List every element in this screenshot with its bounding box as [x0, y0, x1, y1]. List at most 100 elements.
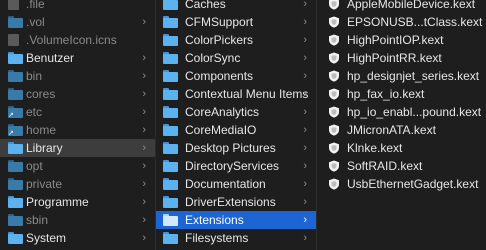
root-item-system[interactable]: System ›: [0, 229, 155, 247]
extensions-file-list: AppleMobileDevice.kext EPSONUSB...tClass.…: [317, 0, 486, 193]
kext-bundle-icon: [329, 70, 339, 82]
folder-body-shape: [163, 18, 178, 28]
folder-icon: [8, 214, 23, 226]
folder-icon: [8, 70, 23, 82]
kext-item[interactable]: hp_fax_io.kext: [317, 85, 486, 103]
chevron-right-icon: ›: [303, 142, 307, 154]
root-item-bin[interactable]: bin ›: [0, 67, 155, 85]
folder-body-shape: [163, 144, 178, 154]
folder-body-shape: [163, 180, 178, 190]
item-label: opt: [26, 159, 43, 173]
root-item-benutzer[interactable]: Benutzer ›: [0, 49, 155, 67]
library-item-extensions[interactable]: Extensions ›: [156, 211, 316, 229]
item-label: Documentation: [185, 177, 266, 191]
root-item-etc[interactable]: ↗ etc ›: [0, 103, 155, 121]
folder-body-shape: [8, 54, 23, 64]
item-label: SoftRAID.kext: [347, 159, 423, 173]
chevron-right-icon: ›: [303, 160, 307, 172]
kext-item[interactable]: HighPointRR.kext: [317, 49, 486, 67]
kext-item[interactable]: JMicronATA.kext: [317, 121, 486, 139]
chevron-right-icon: ›: [303, 16, 307, 28]
folder-body-shape: [163, 36, 178, 46]
item-label: AppleMobileDevice.kext: [347, 0, 476, 11]
root-item-private[interactable]: private ›: [0, 175, 155, 193]
folder-body-shape: [8, 162, 23, 172]
folder-icon: [163, 0, 178, 10]
chevron-right-icon: ›: [142, 196, 146, 208]
item-label: hp_designjet_series.kext: [347, 69, 480, 83]
folder-body-shape: [8, 144, 23, 154]
library-item-directoryservices[interactable]: DirectoryServices ›: [156, 157, 316, 175]
item-label: CFMSupport: [185, 15, 254, 29]
library-item-components[interactable]: Components ›: [156, 67, 316, 85]
folder-body-shape: [163, 72, 178, 82]
chevron-right-icon: ›: [142, 214, 146, 226]
item-label: Extensions: [185, 213, 244, 227]
kext-item[interactable]: EPSONUSB...tClass.kext: [317, 13, 486, 31]
root-item-sbin[interactable]: sbin ›: [0, 211, 155, 229]
item-label: bin: [26, 69, 43, 83]
folder-icon: [163, 70, 178, 82]
folder-body-shape: [8, 180, 23, 190]
root-item-cores[interactable]: cores ›: [0, 85, 155, 103]
item-label: .VolumeIcon.icns: [26, 33, 117, 47]
root-item-opt[interactable]: opt ›: [0, 157, 155, 175]
library-item-filesystems[interactable]: Filesystems ›: [156, 229, 316, 247]
kext-item[interactable]: UsbEthernetGadget.kext: [317, 175, 486, 193]
item-label: Programme: [26, 195, 89, 209]
item-label: DriverExtensions: [185, 195, 276, 209]
folder-body-shape: [163, 216, 178, 226]
item-label: .vol: [26, 15, 45, 29]
kext-item[interactable]: hp_designjet_series.kext: [317, 67, 486, 85]
item-label: EPSONUSB...tClass.kext: [347, 15, 483, 29]
kext-bundle-icon: [329, 124, 339, 136]
kext-item[interactable]: Klnke.kext: [317, 139, 486, 157]
library-item-documentation[interactable]: Documentation ›: [156, 175, 316, 193]
root-item-library[interactable]: Library ›: [0, 139, 155, 157]
root-item-vol[interactable]: .vol ›: [0, 13, 155, 31]
folder-icon: [163, 178, 178, 190]
column-library[interactable]: Caches › CFMSupport › ColorPickers › ColorSync…: [156, 0, 317, 250]
library-item-caches[interactable]: Caches ›: [156, 0, 316, 13]
kext-item[interactable]: hp_io_enabl...pound.kext: [317, 103, 486, 121]
chevron-right-icon: ›: [142, 16, 146, 28]
folder-body-shape: [163, 108, 178, 118]
item-label: Caches: [185, 0, 226, 11]
folder-icon: [8, 52, 23, 64]
folder-icon: [163, 142, 178, 154]
chevron-right-icon: ›: [303, 214, 307, 226]
chevron-right-icon: ›: [142, 124, 146, 136]
chevron-right-icon: ›: [303, 52, 307, 64]
library-item-driverextensions[interactable]: DriverExtensions ›: [156, 193, 316, 211]
root-item-volumeicon-icns[interactable]: .VolumeIcon.icns: [0, 31, 155, 49]
folder-body-shape: [8, 72, 23, 82]
kext-item[interactable]: SoftRAID.kext: [317, 157, 486, 175]
item-label: etc: [26, 105, 43, 119]
kext-item[interactable]: AppleMobileDevice.kext: [317, 0, 486, 13]
item-label: hp_io_enabl...pound.kext: [347, 105, 482, 119]
library-item-contextual-menu-items[interactable]: Contextual Menu Items ›: [156, 85, 316, 103]
folder-icon: [163, 106, 178, 118]
folder-icon: [163, 52, 178, 64]
library-item-cfmsupport[interactable]: CFMSupport ›: [156, 13, 316, 31]
folder-body-shape: [8, 198, 23, 208]
column-root[interactable]: .file .vol › .VolumeIcon.icns Benutzer › bin › c…: [0, 0, 156, 250]
root-item-home[interactable]: ↗ home ›: [0, 121, 155, 139]
library-item-desktop-pictures[interactable]: Desktop Pictures ›: [156, 139, 316, 157]
library-item-coremediaio[interactable]: CoreMediaIO ›: [156, 121, 316, 139]
chevron-right-icon: ›: [142, 178, 146, 190]
alias-arrow-icon: ↗: [8, 130, 14, 137]
chevron-right-icon: ›: [303, 124, 307, 136]
root-item-file[interactable]: .file: [0, 0, 155, 13]
root-item-programme[interactable]: Programme ›: [0, 193, 155, 211]
column-extensions[interactable]: AppleMobileDevice.kext EPSONUSB...tClass.…: [317, 0, 486, 250]
alias-folder-icon: ↗: [8, 106, 23, 119]
library-item-coreanalytics[interactable]: CoreAnalytics ›: [156, 103, 316, 121]
library-item-colorsync[interactable]: ColorSync ›: [156, 49, 316, 67]
kext-bundle-icon: [329, 160, 339, 172]
item-label: hp_fax_io.kext: [347, 87, 425, 101]
kext-item[interactable]: HighPointIOP.kext: [317, 31, 486, 49]
library-item-colorpickers[interactable]: ColorPickers ›: [156, 31, 316, 49]
item-label: home: [26, 123, 57, 137]
item-label: Components: [185, 69, 254, 83]
